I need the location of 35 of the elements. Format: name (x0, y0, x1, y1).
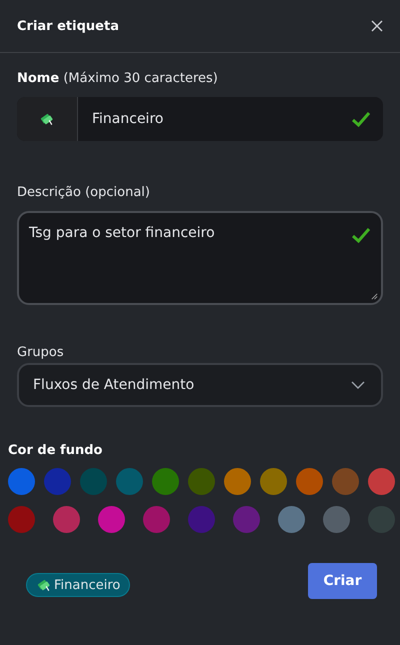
name-field[interactable]: Financeiro (17, 97, 383, 141)
color-swatch[interactable] (323, 506, 350, 533)
color-swatch[interactable] (143, 506, 170, 533)
color-swatch[interactable] (53, 506, 80, 533)
color-swatch[interactable] (368, 506, 395, 533)
money-icon (37, 578, 51, 592)
chevron-down-icon (351, 381, 365, 389)
color-swatch[interactable] (44, 468, 71, 495)
create-button[interactable]: Criar (308, 563, 377, 599)
color-swatch[interactable] (233, 506, 260, 533)
color-swatch[interactable] (188, 468, 215, 495)
color-swatch[interactable] (368, 468, 395, 495)
color-swatch[interactable] (98, 506, 125, 533)
color-swatch[interactable] (260, 468, 287, 495)
color-swatch[interactable] (116, 468, 143, 495)
resize-handle-icon (371, 293, 378, 300)
field-label: Nome (Máximo 30 caracteres) (17, 71, 219, 86)
groups-dropdown[interactable]: Fluxos de Atendimento (17, 363, 383, 407)
color-swatch[interactable] (188, 506, 215, 533)
color-swatch[interactable] (224, 468, 251, 495)
close-icon[interactable] (371, 20, 383, 32)
color-swatch[interactable] (8, 468, 35, 495)
description-field[interactable]: Tsg para o setor financeiro (17, 211, 383, 305)
color-swatch[interactable] (80, 468, 107, 495)
color-swatch[interactable] (278, 506, 305, 533)
money-icon (40, 112, 54, 126)
section-title: Cor de fundo (8, 443, 104, 458)
field-label: Descrição (opcional) (17, 185, 151, 200)
color-swatch[interactable] (296, 468, 323, 495)
field-label: Grupos (17, 345, 65, 360)
color-swatch[interactable] (332, 468, 359, 495)
tag-preview: Financeiro (26, 573, 130, 597)
color-swatch[interactable] (152, 468, 179, 495)
dialog-title: Criar etiqueta (17, 18, 119, 34)
color-swatch[interactable] (8, 506, 35, 533)
